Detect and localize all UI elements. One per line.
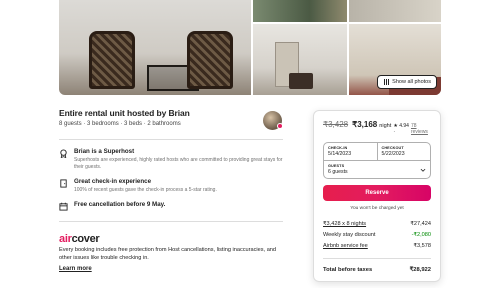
medal-icon <box>60 149 67 158</box>
learn-more-link[interactable]: Learn more <box>59 266 92 272</box>
listing-title: Entire rental unit hosted by Brian <box>59 108 190 118</box>
aircover-cover: cover <box>71 233 100 245</box>
feature-cancellation: Free cancellation before 9 May. <box>59 201 283 211</box>
checkin-value: 5/14/2023 <box>328 151 352 157</box>
dining-table <box>289 73 313 89</box>
total-value: ₹28,922 <box>409 267 431 273</box>
booking-card: ₹3,428 ₹3,168 night ★ 4.94 · 78 reviews … <box>313 110 441 282</box>
room-photo-top-right[interactable] <box>349 0 441 22</box>
grid-icon <box>383 79 389 85</box>
divider <box>59 221 283 222</box>
show-all-photos-button[interactable]: Show all photos <box>377 75 437 89</box>
total-label: Total before taxes <box>323 267 373 273</box>
original-price: ₹3,428 <box>323 120 349 129</box>
feature-title: Great check-in experience <box>74 178 152 185</box>
discount-value: -₹2,080 <box>411 232 431 238</box>
chevron-down-icon <box>420 168 426 172</box>
armchair-left <box>89 31 135 89</box>
aircover-description: Every booking includes free protection f… <box>59 247 277 261</box>
divider <box>323 258 431 259</box>
not-charged-note: You won't be charged yet <box>350 206 404 211</box>
checkout-value: 5/22/2023 <box>381 151 405 157</box>
checkin-label: CHECK-IN <box>328 146 348 150</box>
feature-title: Free cancellation before 9 May. <box>74 201 166 208</box>
discount-label: Weekly stay discount <box>323 232 376 238</box>
feature-description: 100% of recent guests gave the check-in … <box>74 187 217 193</box>
bedspread-photo[interactable] <box>253 0 347 22</box>
total-row: Total before taxes ₹28,922 <box>323 267 431 273</box>
host-avatar[interactable] <box>263 111 283 130</box>
service-fee-link[interactable]: Airbnb service fee <box>323 243 368 249</box>
show-all-photos-label: Show all photos <box>392 79 431 85</box>
feature-superhost: Brian is a Superhost Superhosts are expe… <box>59 148 283 170</box>
divider <box>59 139 283 140</box>
checkout-label: CHECKOUT <box>381 146 404 150</box>
nights-calc-link[interactable]: ₹3,428 x 8 nights <box>323 221 366 227</box>
price-line-service-fee: Airbnb service fee ₹3,578 <box>323 243 431 249</box>
guests-label: GUESTS <box>328 164 345 168</box>
living-room-photo[interactable] <box>59 0 251 95</box>
feature-title: Brian is a Superhost <box>74 148 135 155</box>
guests-select[interactable]: GUESTS 6 guests <box>324 161 430 178</box>
nights-total: ₹27,424 <box>410 221 431 227</box>
dining-room-photo[interactable] <box>253 24 347 95</box>
checkin-field[interactable]: CHECK-IN 5/14/2023 <box>324 143 377 160</box>
price-row: ₹3,428 ₹3,168 night ★ 4.94 · 78 reviews <box>323 120 431 135</box>
feature-description: Superhosts are experienced, highly rated… <box>74 157 283 170</box>
bedroom-photo[interactable]: Show all photos <box>349 24 441 95</box>
aircover-air: air <box>59 233 72 245</box>
service-fee-value: ₹3,578 <box>413 243 431 249</box>
checkout-field[interactable]: CHECKOUT 5/22/2023 <box>376 143 431 160</box>
superhost-badge-icon <box>277 123 283 129</box>
listing-subtitle: 8 guests · 3 bedrooms · 3 beds · 2 bathr… <box>59 121 181 127</box>
per-night-label: night <box>379 123 392 129</box>
reserve-button[interactable]: Reserve <box>323 185 431 201</box>
photo-gallery: Show all photos <box>59 0 441 95</box>
rating-value: ★ 4.94 · <box>393 123 409 135</box>
armchair-right <box>187 31 233 89</box>
date-guest-picker: CHECK-IN 5/14/2023 CHECKOUT 5/22/2023 GU… <box>323 142 431 179</box>
listing-header: Entire rental unit hosted by Brian 8 gue… <box>59 108 285 127</box>
aircover-logo: aircover <box>59 233 100 245</box>
rating: ★ 4.94 · 78 reviews <box>393 123 431 135</box>
calendar-icon <box>59 202 68 211</box>
door-icon <box>60 179 67 188</box>
guests-value: 6 guests <box>328 169 348 175</box>
price-line-nights: ₹3,428 x 8 nights ₹27,424 <box>323 221 431 227</box>
price-line-discount: Weekly stay discount -₹2,080 <box>323 232 431 238</box>
feature-checkin: Great check-in experience 100% of recent… <box>59 178 283 194</box>
nightly-price: ₹3,168 <box>352 120 378 129</box>
reviews-link[interactable]: 78 reviews <box>411 123 431 135</box>
